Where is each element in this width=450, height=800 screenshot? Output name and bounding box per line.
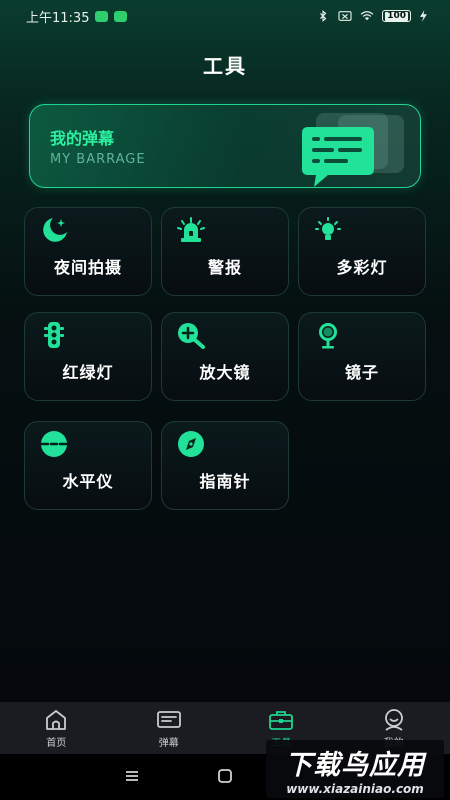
chat-bubble-icon	[302, 113, 404, 187]
home-icon	[46, 709, 67, 730]
notification-icon-2	[114, 10, 128, 22]
tool-label: 夜间拍摄	[53, 258, 122, 277]
compass-icon	[178, 431, 204, 457]
mirror-icon	[319, 323, 337, 349]
bulb-icon	[315, 217, 341, 240]
tool-label: 水平仪	[62, 472, 114, 491]
moon-icon	[43, 218, 67, 242]
tool-colorful-light[interactable]: 多彩灯	[298, 207, 426, 296]
tool-label: 警报	[207, 258, 242, 277]
barrage-title: 我的弹幕	[50, 129, 115, 148]
traffic-light-icon	[44, 322, 64, 348]
tool-label: 多彩灯	[336, 258, 388, 277]
bluetooth-icon	[320, 10, 327, 22]
tool-label: 指南针	[199, 472, 251, 491]
my-barrage-card[interactable]: 我的弹幕 MY BARRAGE	[29, 104, 421, 188]
wifi-icon	[360, 11, 374, 21]
watermark-logo: 下载鸟应用 www.xiazainiao.com	[266, 740, 444, 798]
tool-night-shot[interactable]: 夜间拍摄	[24, 207, 152, 296]
barrage-icon	[156, 710, 181, 728]
menu-icon[interactable]	[122, 766, 142, 786]
tab-label: 首页	[46, 737, 67, 749]
page-title: 工具	[203, 54, 247, 78]
status-left: 上午11:35	[26, 7, 128, 26]
siren-icon	[177, 217, 205, 242]
watermark-url: www.xiazainiao.com	[286, 781, 424, 796]
battery-level: 100	[385, 10, 408, 21]
tool-traffic-light[interactable]: 红绿灯	[24, 312, 152, 401]
battery-indicator: 100	[382, 10, 411, 22]
tool-magnifier[interactable]: 放大镜	[161, 312, 289, 401]
profile-icon	[384, 708, 403, 731]
status-bar: 上午11:35 100	[0, 0, 450, 32]
tool-level[interactable]: 水平仪	[24, 421, 152, 510]
level-icon	[40, 431, 68, 457]
tab-barrage[interactable]: 弹幕	[129, 708, 209, 749]
tool-mirror[interactable]: 镜子	[298, 312, 426, 401]
home-button-icon[interactable]	[215, 766, 235, 786]
tool-label: 红绿灯	[62, 363, 114, 382]
charging-icon	[420, 10, 427, 22]
magnifier-icon	[178, 323, 205, 349]
tab-home[interactable]: 首页	[16, 708, 96, 749]
status-right: 100	[316, 10, 428, 22]
sim-off-icon	[338, 11, 352, 21]
tool-alarm[interactable]: 警报	[161, 207, 289, 296]
tool-label: 放大镜	[199, 363, 251, 382]
notification-icon	[95, 10, 109, 22]
toolbox-icon	[269, 710, 294, 730]
tab-label: 弹幕	[158, 737, 179, 749]
status-time: 上午11:35	[26, 10, 90, 26]
barrage-subtitle: MY BARRAGE	[50, 152, 146, 167]
watermark-main: 下载鸟应用	[285, 749, 425, 781]
tool-compass[interactable]: 指南针	[161, 421, 289, 510]
tool-label: 镜子	[344, 363, 379, 382]
